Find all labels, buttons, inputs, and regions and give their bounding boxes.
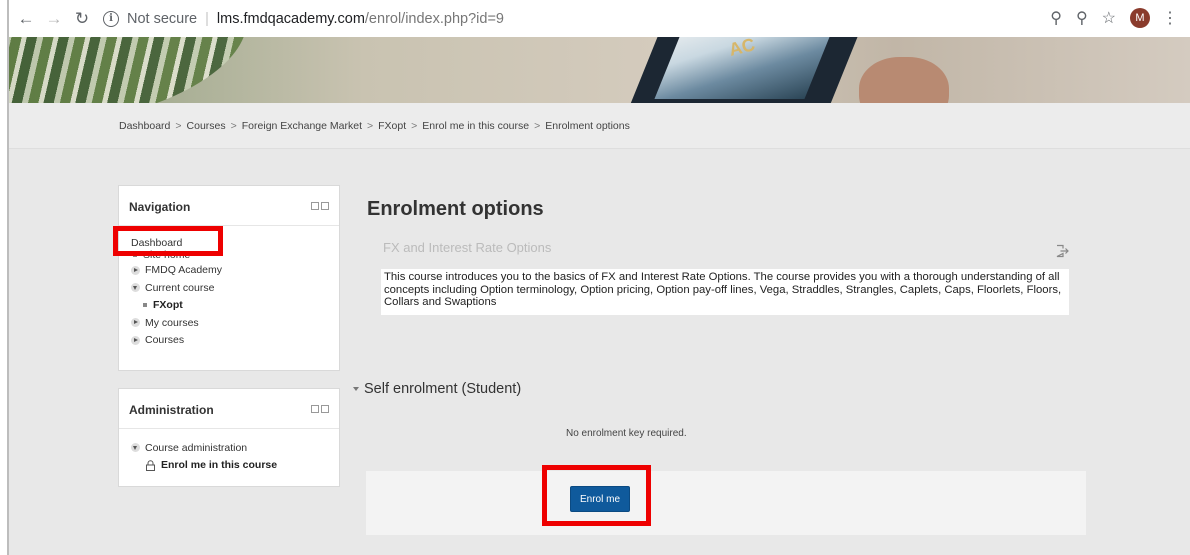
page-title: Enrolment options [367,198,544,220]
security-label: Not secure [127,10,198,27]
block-controls [309,202,329,210]
address-bar[interactable]: i Not secure | lms.fmdqacademy.com /enro… [103,10,504,27]
dock-icon[interactable] [321,405,329,413]
unenrol-icon[interactable] [1055,244,1069,258]
breadcrumb-fxopt[interactable]: FXopt [378,120,406,132]
enrol-form-panel [366,471,1086,535]
nav-item-my-courses[interactable]: My courses [131,314,222,332]
menu-icon[interactable]: ⋮ [1162,8,1178,28]
info-icon[interactable]: i [103,10,119,27]
banner-leaf [9,37,261,103]
admin-item-enrol-me[interactable]: Enrol me in this course [131,457,277,475]
no-key-message: No enrolment key required. [566,428,687,439]
key-icon[interactable]: ⚲ [1050,8,1062,28]
collapse-caret-icon[interactable] [353,387,359,392]
back-arrow-icon[interactable]: ← [15,8,37,30]
breadcrumb-separator: > [175,120,182,132]
administration-block-title: Administration [129,403,214,417]
breadcrumb-separator: > [534,120,541,132]
breadcrumb-enrolment-options: Enrolment options [545,120,630,132]
highlight-dashboard [113,226,223,256]
collapse-tree-icon[interactable] [131,283,140,293]
expand-icon[interactable] [131,265,140,275]
expand-icon[interactable] [131,318,140,328]
profile-avatar[interactable]: M [1130,8,1150,28]
nav-item-label: Courses [145,334,185,347]
window-edge [0,0,9,555]
administration-block-header: Administration [119,389,339,429]
administration-tree: Course administration Enrol me in this c… [131,439,277,474]
url-path: /enrol/index.php?id=9 [364,10,504,27]
section-title: Self enrolment (Student) [364,381,522,397]
breadcrumb-dashboard[interactable]: Dashboard [119,120,170,132]
nav-item-label: FMDQ Academy [145,264,223,277]
breadcrumb-enrol-me[interactable]: Enrol me in this course [422,120,529,132]
navigation-block-header: Navigation [119,186,339,226]
block-controls [309,405,329,413]
banner-hand [859,57,949,103]
administration-block: Administration Course administration Enr… [118,388,340,487]
nav-item-courses[interactable]: Courses [131,332,222,350]
nav-item-fxopt[interactable]: FXopt [131,297,222,315]
bullet-icon [143,303,147,308]
nav-item-current-course[interactable]: Current course [131,279,222,297]
nav-item-label: FXopt [153,299,183,312]
bookmark-star-icon[interactable]: ☆ [1102,8,1116,28]
expand-icon[interactable] [131,335,140,345]
nav-item-label: Current course [145,281,215,294]
breadcrumb-separator: > [230,120,237,132]
dock-icon[interactable] [321,202,329,210]
collapse-tree-icon[interactable] [131,443,140,453]
course-summary: This course introduces you to the basics… [381,269,1069,315]
lock-icon [146,460,155,471]
breadcrumb-separator: > [367,120,374,132]
course-banner-image: AC [9,37,1190,103]
admin-item-label: Enrol me in this course [161,459,278,472]
reload-icon[interactable]: ↻ [71,8,93,30]
nav-item-label: My courses [145,316,199,329]
enrol-me-button[interactable]: Enrol me [570,486,630,512]
admin-item-label: Course administration [145,441,248,454]
breadcrumb-foreign-exchange-market[interactable]: Foreign Exchange Market [242,120,362,132]
browser-actions: ⚲ ⚲ ☆ M ⋮ [1036,8,1178,28]
breadcrumb-separator: > [411,120,418,132]
collapse-icon[interactable] [311,405,319,413]
zoom-icon[interactable]: ⚲ [1076,8,1088,28]
url-host: lms.fmdqacademy.com [216,10,365,27]
breadcrumb: Dashboard > Courses > Foreign Exchange M… [119,120,630,132]
course-name-link[interactable]: FX and Interest Rate Options [383,240,551,255]
breadcrumb-bar: Dashboard > Courses > Foreign Exchange M… [9,103,1190,149]
address-separator: | [205,10,209,27]
admin-item-course-administration[interactable]: Course administration [131,439,277,457]
navigation-block: Navigation Dashboard Site home FMDQ Acad… [118,185,340,371]
nav-item-fmdq-academy[interactable]: FMDQ Academy [131,262,222,280]
navigation-block-title: Navigation [129,200,191,214]
breadcrumb-courses[interactable]: Courses [187,120,226,132]
forward-arrow-icon[interactable]: → [43,8,65,30]
self-enrolment-section-header[interactable]: Self enrolment (Student) [353,381,521,397]
browser-toolbar: ← → ↻ i Not secure | lms.fmdqacademy.com… [9,0,1190,37]
collapse-icon[interactable] [311,202,319,210]
